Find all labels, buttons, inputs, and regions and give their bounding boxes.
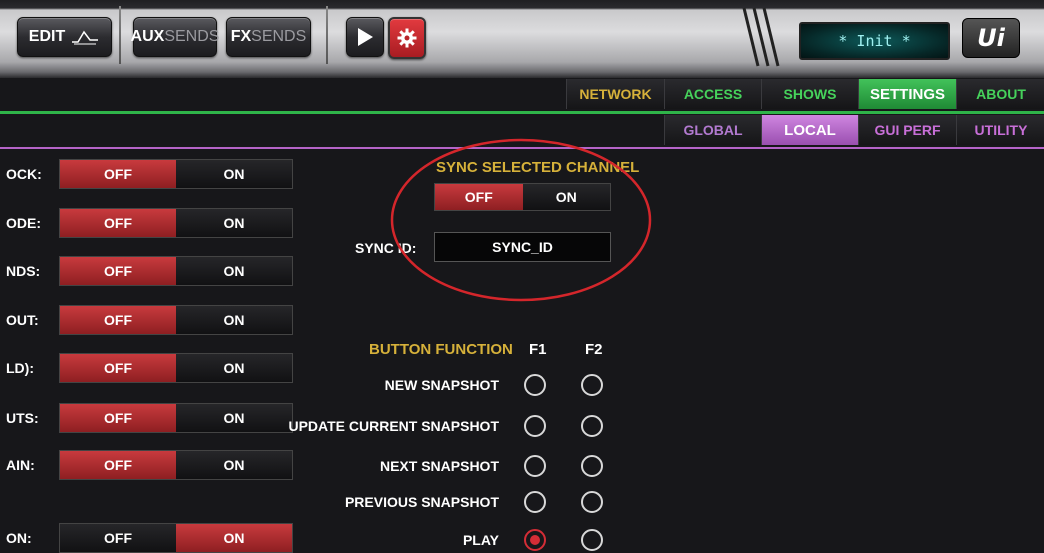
settings-button[interactable] xyxy=(388,17,426,59)
toggle-switch[interactable]: OFF ON xyxy=(59,305,293,335)
f1-radio[interactable] xyxy=(524,374,546,396)
toggle-on[interactable]: ON xyxy=(176,209,292,237)
toggle-switch[interactable]: OFF ON xyxy=(59,403,293,433)
function-label: PLAY xyxy=(462,532,499,548)
tab-global-label: GLOBAL xyxy=(683,122,743,138)
aux-sends-button[interactable]: AUX SENDS xyxy=(130,17,220,57)
row-label: AIN: xyxy=(6,457,35,473)
toolbar-separator xyxy=(119,6,121,64)
top-toolbar: EDIT AUX SENDS FX SENDS * Init * Ui xyxy=(0,0,1044,78)
toggle-off[interactable]: OFF xyxy=(60,209,176,237)
toggle-switch[interactable]: OFF ON xyxy=(59,523,293,553)
edit-label: EDIT xyxy=(28,28,66,45)
f2-radio[interactable] xyxy=(581,491,603,513)
row-label: OCK: xyxy=(6,166,42,182)
toggle-switch[interactable]: OFF ON xyxy=(59,256,293,286)
tab-local-label: LOCAL xyxy=(784,121,836,139)
tab-settings-label: SETTINGS xyxy=(869,85,945,103)
f2-header: F2 xyxy=(585,341,603,358)
snapshot-display[interactable]: * Init * xyxy=(799,22,950,60)
toggle-off[interactable]: OFF xyxy=(60,354,176,382)
aux-label: AUX xyxy=(130,28,165,45)
toggle-off[interactable]: OFF xyxy=(60,160,176,188)
tab-global[interactable]: GLOBAL xyxy=(664,115,761,145)
function-label: UPDATE CURRENT SNAPSHOT xyxy=(288,418,499,434)
tab-network[interactable]: NETWORK xyxy=(566,79,664,109)
f2-radio[interactable] xyxy=(581,415,603,437)
button-function-title: BUTTON FUNCTION xyxy=(369,341,513,358)
toggle-off[interactable]: OFF xyxy=(60,404,176,432)
row-label: UTS: xyxy=(6,410,39,426)
logo-text: Ui xyxy=(977,24,1005,52)
toggle-off[interactable]: OFF xyxy=(60,306,176,334)
function-label: NEXT SNAPSHOT xyxy=(379,458,499,474)
toggle-off[interactable]: OFF xyxy=(60,451,176,479)
grip-lines-icon xyxy=(742,7,780,67)
row-label: NDS: xyxy=(6,263,41,279)
annotation-circle xyxy=(390,138,652,302)
function-label: NEW SNAPSHOT xyxy=(384,377,499,393)
f2-radio[interactable] xyxy=(581,455,603,477)
eq-curve-icon xyxy=(72,30,99,45)
tab-access[interactable]: ACCESS xyxy=(664,79,761,109)
aux-sends-suffix: SENDS xyxy=(164,28,220,45)
toggle-switch[interactable]: OFF ON xyxy=(59,208,293,238)
toggle-on[interactable]: ON xyxy=(176,160,292,188)
tab-gui-perf-label: GUI PERF xyxy=(874,122,941,138)
play-button[interactable] xyxy=(346,17,384,57)
gear-icon xyxy=(397,28,417,48)
f1-radio[interactable] xyxy=(524,491,546,513)
toggle-switch[interactable]: OFF ON xyxy=(59,353,293,383)
tab-network-label: NETWORK xyxy=(579,86,652,102)
f1-radio[interactable] xyxy=(524,455,546,477)
tab-settings[interactable]: SETTINGS xyxy=(858,79,956,109)
fx-label: FX xyxy=(230,28,252,45)
tab-access-label: ACCESS xyxy=(683,86,743,102)
toggle-on[interactable]: ON xyxy=(176,257,292,285)
toggle-on[interactable]: ON xyxy=(176,354,292,382)
fx-sends-suffix: SENDS xyxy=(251,28,307,45)
f1-header: F1 xyxy=(529,341,547,358)
row-label: OUT: xyxy=(6,312,39,328)
toggle-switch[interactable]: OFF ON xyxy=(59,450,293,480)
f2-radio[interactable] xyxy=(581,374,603,396)
f2-radio[interactable] xyxy=(581,529,603,551)
row-label: ODE: xyxy=(6,215,41,231)
edit-button[interactable]: EDIT xyxy=(17,17,112,57)
snapshot-name: * Init * xyxy=(838,32,911,50)
toggle-on[interactable]: ON xyxy=(176,451,292,479)
ui-logo[interactable]: Ui xyxy=(962,18,1020,58)
tab-utility[interactable]: UTILITY xyxy=(956,115,1044,145)
toggle-on[interactable]: ON xyxy=(176,306,292,334)
tab-shows[interactable]: SHOWS xyxy=(761,79,858,109)
tab-shows-label: SHOWS xyxy=(783,86,837,102)
f1-radio[interactable] xyxy=(524,415,546,437)
toggle-switch[interactable]: OFF ON xyxy=(59,159,293,189)
tab-local[interactable]: LOCAL xyxy=(761,115,858,145)
primary-tab-bar: NETWORK ACCESS SHOWS SETTINGS ABOUT xyxy=(0,79,1044,114)
tab-about[interactable]: ABOUT xyxy=(956,79,1044,109)
tab-gui-perf[interactable]: GUI PERF xyxy=(858,115,956,145)
play-icon xyxy=(358,28,373,46)
f1-radio-selected[interactable] xyxy=(524,529,546,551)
toggle-on[interactable]: ON xyxy=(176,404,292,432)
toggle-off[interactable]: OFF xyxy=(60,257,176,285)
row-label: LD): xyxy=(6,360,34,376)
tab-utility-label: UTILITY xyxy=(974,122,1028,138)
tab-about-label: ABOUT xyxy=(976,86,1026,102)
fx-sends-button[interactable]: FX SENDS xyxy=(226,17,311,57)
toolbar-separator xyxy=(326,6,328,64)
toggle-on[interactable]: ON xyxy=(176,524,292,552)
function-label: PREVIOUS SNAPSHOT xyxy=(344,494,499,510)
toggle-off[interactable]: OFF xyxy=(60,524,176,552)
